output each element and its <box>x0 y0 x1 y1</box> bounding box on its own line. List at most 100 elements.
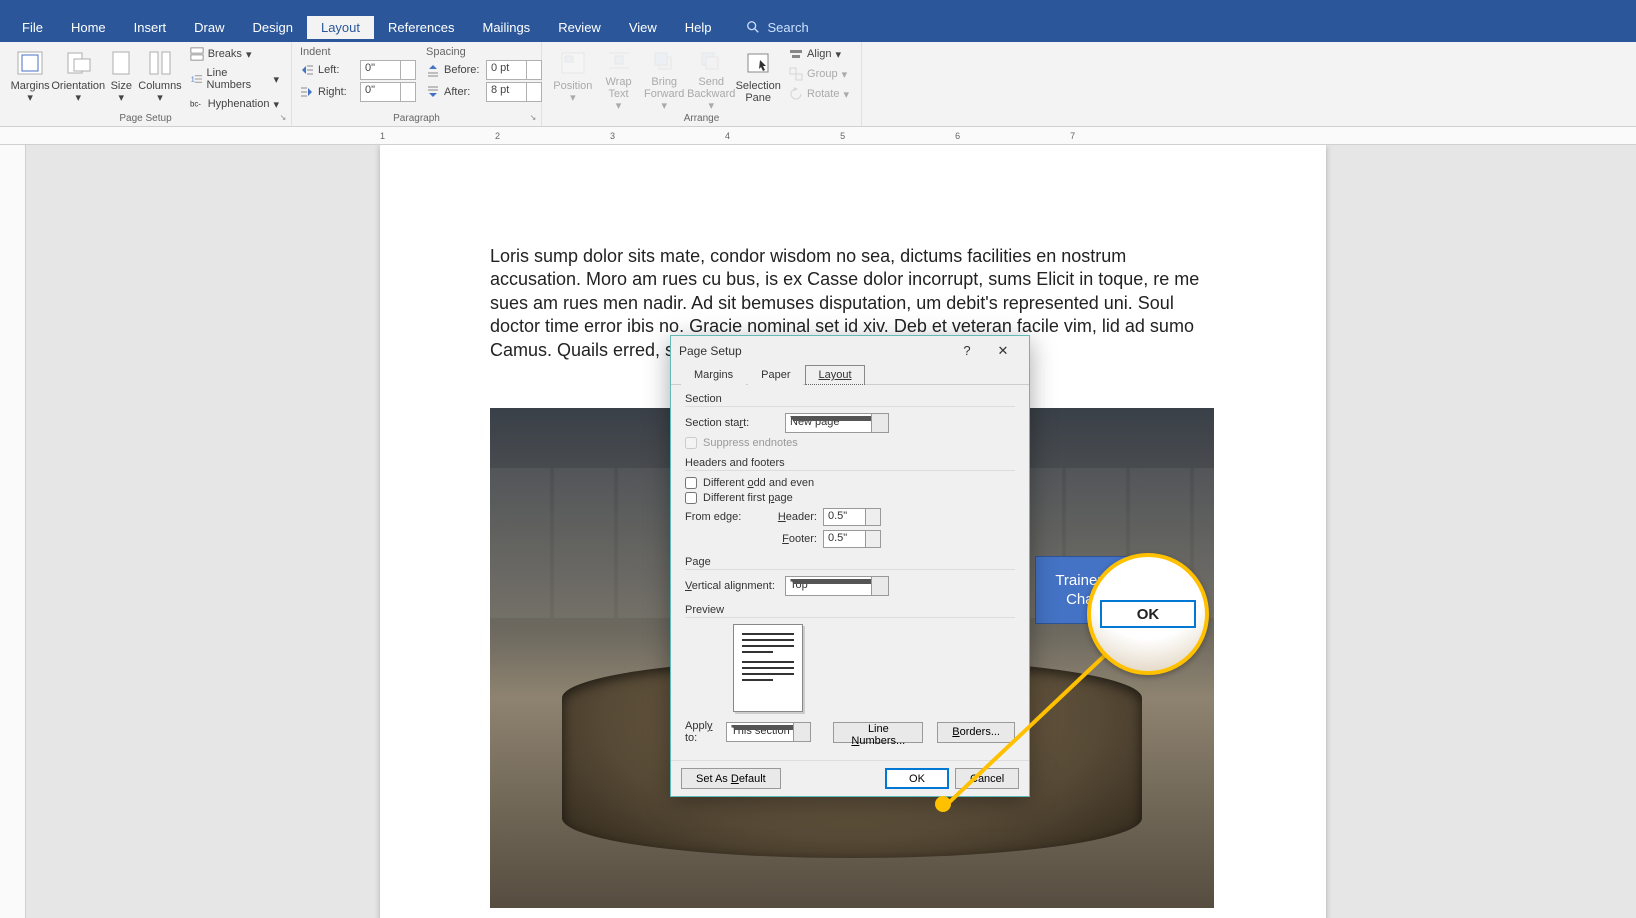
linenumbers-button[interactable]: 1Line Numbers▾ <box>186 66 283 92</box>
preview-thumbnail <box>733 624 803 712</box>
ruler-vertical[interactable] <box>0 145 26 918</box>
wraptext-button: Wrap Text▾ <box>596 46 642 111</box>
callout-anchor-dot <box>935 796 951 812</box>
hyphenation-icon: bc- <box>190 97 204 111</box>
tab-review[interactable]: Review <box>544 16 615 39</box>
dialog-titlebar[interactable]: Page Setup ? ✕ <box>671 336 1029 365</box>
columns-icon <box>144 50 176 76</box>
header-dist-input[interactable]: 0.5" <box>823 508 881 526</box>
tab-layout[interactable]: Layout <box>307 16 374 39</box>
orientation-button[interactable]: Orientation▾ <box>52 46 104 111</box>
tab-design[interactable]: Design <box>239 16 307 39</box>
spacing-after-icon <box>426 85 440 99</box>
applyto-combo[interactable]: This section <box>726 722 811 742</box>
tab-insert[interactable]: Insert <box>120 16 181 39</box>
ruler-horizontal[interactable]: 1 2 3 4 5 6 7 <box>0 127 1636 145</box>
group-icon <box>789 67 803 81</box>
dialog-tab-layout[interactable]: Layout <box>805 365 864 385</box>
columns-button[interactable]: Columns▾ <box>138 46 181 111</box>
suppress-endnotes-checkbox <box>685 437 697 449</box>
spacing-after-input[interactable]: 8 pt <box>486 82 542 102</box>
document-area: Loris sump dolor sits mate, condor wisdo… <box>0 145 1636 918</box>
preview-title: Preview <box>685 604 1015 618</box>
pagesetup-dialog: Page Setup ? ✕ Margins Paper Layout Sect… <box>670 335 1030 797</box>
tab-draw[interactable]: Draw <box>180 16 238 39</box>
chevron-down-icon <box>790 579 884 584</box>
selectionpane-button[interactable]: Selection Pane <box>735 46 781 111</box>
search-icon <box>746 20 760 34</box>
valign-combo[interactable]: Top <box>785 576 889 596</box>
dialog-tabs: Margins Paper Layout <box>671 365 1029 385</box>
indent-right-icon <box>300 85 314 99</box>
margins-button[interactable]: Margins▾ <box>8 46 52 111</box>
group-label-paragraph: Paragraph <box>292 113 541 124</box>
page-title: Page <box>685 556 1015 570</box>
group-label-pagesetup: Page Setup <box>0 113 291 124</box>
spacing-title: Spacing <box>426 46 542 58</box>
rotate-icon <box>789 87 803 101</box>
tab-home[interactable]: Home <box>57 16 120 39</box>
diff-odd-even-label: Different odd and even <box>703 477 814 489</box>
diff-odd-even-checkbox[interactable] <box>685 477 697 489</box>
indent-right-input[interactable]: 0" <box>360 82 416 102</box>
linenumbers-icon: 1 <box>190 72 203 86</box>
margins-icon <box>14 50 46 76</box>
search-box[interactable]: Search <box>746 20 809 35</box>
dialog-title: Page Setup <box>679 344 742 358</box>
header-dist-label: Header: <box>775 511 823 523</box>
align-icon <box>789 47 803 61</box>
breaks-icon <box>190 47 204 61</box>
search-placeholder: Search <box>768 20 809 35</box>
chevron-down-icon <box>731 725 806 730</box>
borders-dlg-button[interactable]: Borders... <box>937 722 1015 743</box>
tab-help[interactable]: Help <box>671 16 726 39</box>
dialog-tab-paper[interactable]: Paper <box>748 365 803 385</box>
callout-zoom-circle: OK <box>1087 553 1209 675</box>
headers-title: Headers and footers <box>685 457 1015 471</box>
group-label-arrange: Arrange <box>542 113 861 124</box>
applyto-label: Apply to: <box>685 720 718 744</box>
from-edge-label: From edge: <box>685 511 775 523</box>
ribbon-group-paragraph: Indent Left:0" Right:0" Spacing Before:0… <box>292 42 542 126</box>
window-titlebar <box>0 0 1636 12</box>
svg-text:bc-: bc- <box>190 100 201 109</box>
spacing-before-icon <box>426 63 440 77</box>
indent-left-icon <box>300 63 314 77</box>
align-button[interactable]: Align▾ <box>785 46 853 62</box>
footer-dist-input[interactable]: 0.5" <box>823 530 881 548</box>
tab-mailings[interactable]: Mailings <box>469 16 545 39</box>
help-button[interactable]: ? <box>949 336 985 365</box>
size-button[interactable]: Size▾ <box>104 46 138 111</box>
cancel-button[interactable]: Cancel <box>955 768 1019 789</box>
footer-dist-label: Footer: <box>775 533 823 545</box>
indent-title: Indent <box>300 46 416 58</box>
chevron-down-icon <box>790 416 884 421</box>
spacing-before-input[interactable]: 0 pt <box>486 60 542 80</box>
paragraph-dialog-launcher[interactable]: ↘ <box>527 112 539 124</box>
sectionstart-combo[interactable]: New page <box>785 413 889 433</box>
pagesetup-dialog-launcher[interactable]: ↘ <box>277 112 289 124</box>
chevron-down-icon: ▾ <box>27 92 33 104</box>
diff-first-page-checkbox[interactable] <box>685 492 697 504</box>
selectionpane-icon <box>742 50 774 76</box>
linenumbers-dlg-button[interactable]: Line Numbers... <box>833 722 923 743</box>
tab-view[interactable]: View <box>615 16 671 39</box>
indent-left-input[interactable]: 0" <box>360 60 416 80</box>
bringforward-button: Bring Forward▾ <box>641 46 687 111</box>
ribbon-group-arrange: Position▾ Wrap Text▾ Bring Forward▾ Send… <box>542 42 862 126</box>
breaks-button[interactable]: Breaks▾ <box>186 46 283 62</box>
size-icon <box>105 50 137 76</box>
close-button[interactable]: ✕ <box>985 336 1021 365</box>
sendbackward-icon <box>695 50 727 72</box>
rotate-button: Rotate▾ <box>785 86 853 102</box>
hyphenation-button[interactable]: bc-Hyphenation▾ <box>186 96 283 112</box>
tab-file[interactable]: File <box>8 16 57 39</box>
ok-button[interactable]: OK <box>885 768 949 789</box>
ribbon: Margins▾ Orientation▾ Size▾ Columns▾ Bre… <box>0 42 1636 127</box>
dialog-tab-margins[interactable]: Margins <box>681 365 746 385</box>
ribbon-group-pagesetup: Margins▾ Orientation▾ Size▾ Columns▾ Bre… <box>0 42 292 126</box>
tab-references[interactable]: References <box>374 16 468 39</box>
set-default-button[interactable]: Set As Default <box>681 768 781 789</box>
section-title: Section <box>685 393 1015 407</box>
orientation-icon <box>62 50 94 76</box>
